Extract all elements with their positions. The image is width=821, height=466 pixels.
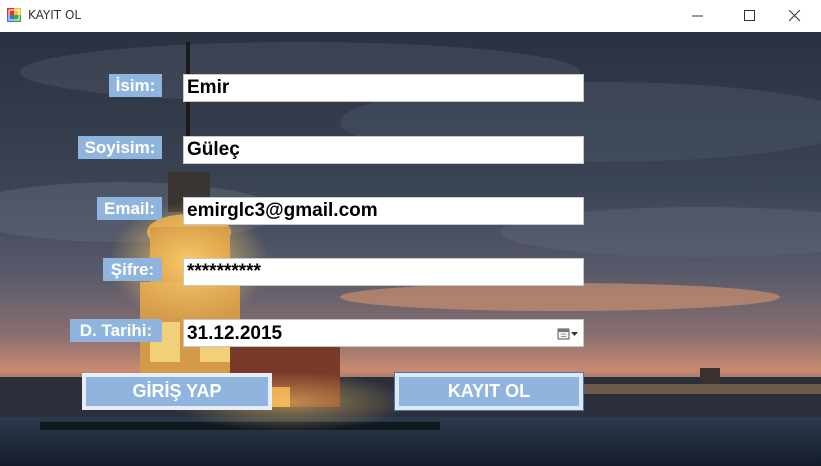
sifre-input[interactable] bbox=[183, 258, 584, 286]
giris-yap-button[interactable]: GİRİŞ YAP bbox=[82, 373, 272, 410]
form-area: İsim: Soyisim: Email: Şifre: D. Tarihi: … bbox=[0, 32, 821, 466]
dogum-tarihi-label: D. Tarihi: bbox=[70, 319, 162, 342]
close-icon bbox=[789, 10, 801, 22]
kayit-ol-button[interactable]: KAYIT OL bbox=[395, 373, 583, 410]
minimize-button[interactable] bbox=[672, 0, 724, 32]
sifre-label: Şifre: bbox=[103, 258, 162, 281]
close-button[interactable] bbox=[769, 0, 821, 32]
soyisim-label: Soyisim: bbox=[78, 136, 162, 159]
title-bar: KAYIT OL bbox=[0, 0, 821, 32]
calendar-dropdown-icon[interactable] bbox=[557, 326, 579, 342]
email-input[interactable] bbox=[183, 197, 584, 225]
app-icon bbox=[7, 8, 21, 22]
email-label: Email: bbox=[97, 197, 162, 220]
maximize-icon bbox=[744, 10, 755, 21]
isim-input[interactable] bbox=[183, 74, 584, 102]
soyisim-input[interactable] bbox=[183, 136, 584, 164]
dogum-tarihi-picker[interactable]: 31.12.2015 bbox=[183, 319, 584, 347]
minimize-icon bbox=[692, 15, 703, 17]
window-title: KAYIT OL bbox=[28, 8, 82, 22]
dogum-tarihi-value: 31.12.2015 bbox=[187, 323, 283, 344]
isim-label: İsim: bbox=[109, 74, 162, 97]
